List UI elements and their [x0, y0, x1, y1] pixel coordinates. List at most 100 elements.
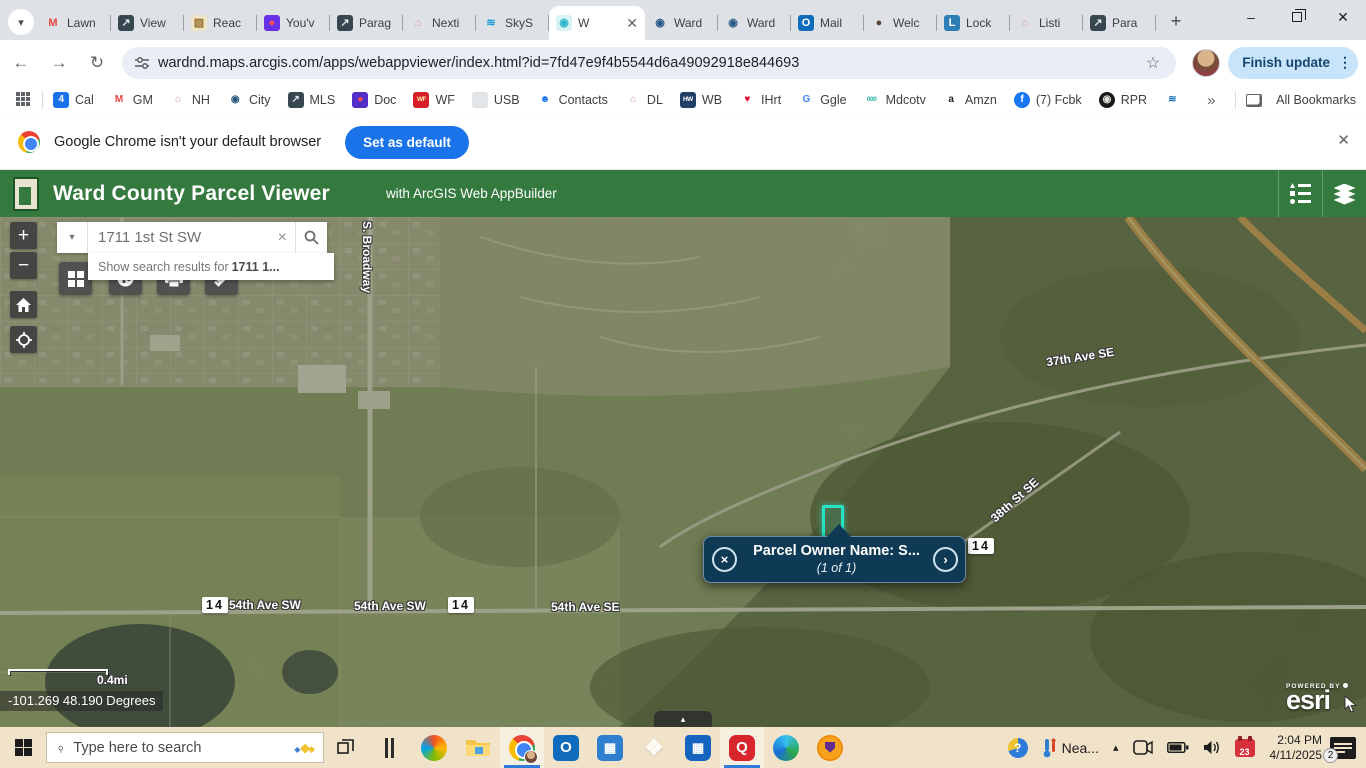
- bookmark-item[interactable]: ◉ RPR: [1099, 92, 1147, 108]
- tray-overflow-button[interactable]: ▴: [1113, 741, 1119, 754]
- dropbox-taskbar-button[interactable]: ❖: [632, 727, 676, 768]
- browser-tab[interactable]: ◉ Ward ✕: [718, 6, 791, 40]
- bookmark-item[interactable]: ☻ Contacts: [537, 92, 608, 108]
- zoom-out-button[interactable]: −: [10, 252, 37, 279]
- bookmark-item[interactable]: WF WF: [413, 92, 454, 108]
- popup-close-button[interactable]: ×: [712, 547, 737, 572]
- file-explorer-button[interactable]: [456, 727, 500, 768]
- pipes-app-button[interactable]: [368, 727, 412, 768]
- bookmark-item[interactable]: ♥ IHrt: [739, 92, 781, 108]
- chrome-taskbar-button[interactable]: [500, 727, 544, 768]
- bookmark-item[interactable]: USB: [472, 92, 520, 108]
- bookmark-item[interactable]: G Ggle: [798, 92, 846, 108]
- bookmark-item[interactable]: ⌂ DL: [625, 92, 663, 108]
- close-window-button[interactable]: ✕: [1320, 0, 1366, 34]
- home-button[interactable]: [10, 291, 37, 318]
- zoom-in-button[interactable]: +: [10, 222, 37, 249]
- layers-button[interactable]: [1322, 170, 1366, 217]
- quicken-taskbar-button[interactable]: Q: [720, 727, 764, 768]
- battery-status-button[interactable]: [1167, 741, 1189, 754]
- browser-menu-icon[interactable]: ⋮: [1338, 54, 1352, 71]
- search-source-dropdown[interactable]: ▾: [57, 222, 88, 253]
- microsoft-store-button[interactable]: ▦: [676, 727, 720, 768]
- volume-button[interactable]: [1203, 740, 1221, 755]
- copilot-button[interactable]: [412, 727, 456, 768]
- bookmark-item[interactable]: a Amzn: [943, 92, 997, 108]
- browser-tab[interactable]: ↗ Parag ✕: [330, 6, 403, 40]
- back-button[interactable]: ←: [4, 46, 38, 80]
- browser-tab[interactable]: ● You'v ✕: [257, 6, 330, 40]
- browser-tab[interactable]: ⌂ Listi ✕: [1010, 6, 1083, 40]
- suggestion-text: Show search results for: [98, 260, 229, 274]
- start-button[interactable]: [0, 727, 46, 768]
- attribution-toggle[interactable]: ▴: [654, 711, 712, 727]
- browser-tab[interactable]: L Lock ✕: [937, 6, 1010, 40]
- browser-tab[interactable]: ⌂ Nexti ✕: [403, 6, 476, 40]
- site-info-icon[interactable]: [134, 55, 150, 71]
- bookmark-item[interactable]: f (7) Fcbk: [1014, 92, 1082, 108]
- browser-tab[interactable]: ↗ Para ✕: [1083, 6, 1156, 40]
- bookmark-item[interactable]: 000 Mdcotv: [864, 92, 926, 108]
- clock[interactable]: 2:04 PM 4/11/2025: [1270, 733, 1323, 763]
- restore-button[interactable]: [1274, 0, 1320, 34]
- legend-button[interactable]: [1278, 170, 1322, 217]
- tab-search-chevron-icon[interactable]: ▾: [8, 9, 34, 35]
- blue-grid-app-button[interactable]: ▦: [588, 727, 632, 768]
- taskbar-search-box[interactable]: ⌕ Type here to search ◆ ◆◆: [46, 732, 324, 763]
- bookmark-item[interactable]: ● Doc: [352, 92, 396, 108]
- popup-next-button[interactable]: ›: [933, 547, 958, 572]
- restore-icon: [1292, 12, 1302, 22]
- bookmark-item[interactable]: ↗ MLS: [288, 92, 336, 108]
- bookmark-favicon-icon: WF: [413, 92, 429, 108]
- weather-widget[interactable]: Nea...: [1042, 738, 1099, 758]
- suggestion-term: 1711 1...: [232, 260, 280, 274]
- all-bookmarks-button[interactable]: All Bookmarks: [1246, 93, 1356, 107]
- my-location-button[interactable]: [10, 326, 37, 353]
- profile-avatar[interactable]: [1192, 49, 1220, 77]
- edge-taskbar-button[interactable]: [764, 727, 808, 768]
- help-tray-button[interactable]: ?: [1008, 738, 1028, 758]
- browser-tab[interactable]: ▨ Reac ✕: [184, 6, 257, 40]
- apps-grid-icon[interactable]: [16, 92, 32, 108]
- browser-tab[interactable]: ◉ W ✕: [549, 6, 645, 40]
- task-view-button[interactable]: [324, 727, 368, 768]
- browser-tab[interactable]: ≋ SkyS ✕: [476, 6, 549, 40]
- avast-taskbar-button[interactable]: [808, 727, 852, 768]
- reload-button[interactable]: ↻: [80, 46, 114, 80]
- camera-icon: [1133, 740, 1153, 755]
- search-submit-button[interactable]: [295, 222, 327, 253]
- browser-tab[interactable]: M Lawn ✕: [38, 6, 111, 40]
- satellite-map[interactable]: 14 54th Ave SW 54th Ave SW 14 54th Ave S…: [0, 217, 1366, 727]
- tab-close-icon[interactable]: ✕: [626, 15, 638, 32]
- search-clear-icon[interactable]: ×: [270, 229, 295, 247]
- browser-tab[interactable]: ● Welc ✕: [864, 6, 937, 40]
- map-search-input[interactable]: [88, 229, 270, 246]
- notification-center-button[interactable]: 2: [1330, 737, 1356, 759]
- calendar-tray-button[interactable]: 23: [1235, 739, 1255, 757]
- bookmark-item[interactable]: ≋: [1164, 92, 1186, 108]
- url-text[interactable]: wardnd.maps.arcgis.com/apps/webappviewer…: [158, 55, 1142, 71]
- banner-close-icon[interactable]: ✕: [1337, 131, 1350, 149]
- meet-now-button[interactable]: [1133, 740, 1153, 755]
- bookmarks-overflow-icon[interactable]: »: [1207, 92, 1215, 109]
- parcel-popup[interactable]: × Parcel Owner Name: S... (1 of 1) ›: [703, 536, 966, 583]
- bookmark-item[interactable]: 4 Cal: [53, 92, 94, 108]
- bookmark-item[interactable]: ⌂ NH: [170, 92, 210, 108]
- minimize-button[interactable]: –: [1228, 0, 1274, 34]
- bookmark-item[interactable]: M GM: [111, 92, 153, 108]
- set-as-default-button[interactable]: Set as default: [345, 126, 469, 159]
- browser-tab[interactable]: ◉ Ward ✕: [645, 6, 718, 40]
- outlook-taskbar-button[interactable]: O: [544, 727, 588, 768]
- bookmark-item[interactable]: HW WB: [680, 92, 722, 108]
- new-tab-button[interactable]: +: [1162, 7, 1190, 35]
- tab-title: Lock: [966, 16, 1003, 30]
- search-suggestion[interactable]: Show search results for 1711 1...: [88, 253, 334, 280]
- browser-tab[interactable]: O Mail ✕: [791, 6, 864, 40]
- finish-update-button[interactable]: Finish update ⋮: [1228, 47, 1358, 79]
- browser-tab[interactable]: ↗ View ✕: [111, 6, 184, 40]
- scale-label: 0.4mi: [97, 673, 128, 687]
- address-bar[interactable]: wardnd.maps.arcgis.com/apps/webappviewer…: [122, 47, 1176, 79]
- forward-button[interactable]: →: [42, 46, 76, 80]
- bookmark-star-icon[interactable]: ☆: [1146, 53, 1160, 73]
- bookmark-item[interactable]: ◉ City: [227, 92, 271, 108]
